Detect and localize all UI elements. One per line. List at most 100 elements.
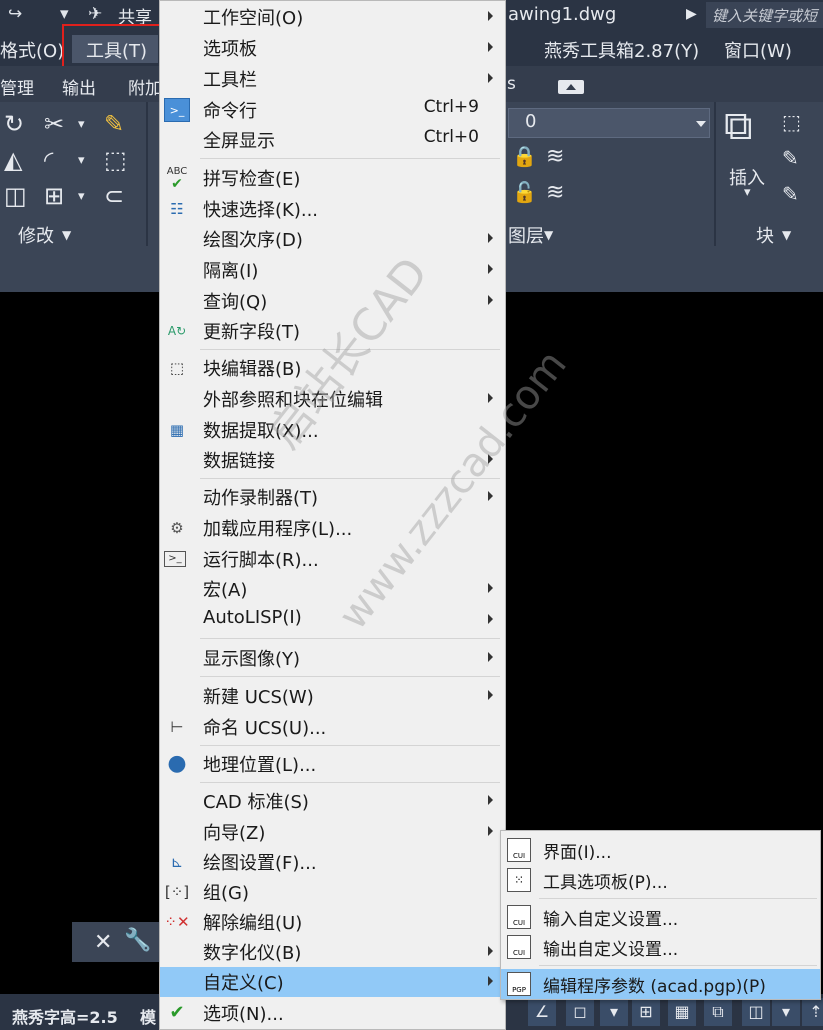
menu-item-group[interactable]: [⁘] 组(G) — [160, 877, 505, 907]
menu-item-autolisp[interactable]: AutoLISP(I) — [160, 605, 505, 635]
menu-item-isolate[interactable]: 隔离(I) — [160, 255, 505, 285]
menu-item-toolbars[interactable]: 工具栏 — [160, 64, 505, 94]
edit-block-icon[interactable]: ✎ — [782, 148, 799, 168]
erase-icon[interactable]: ✎ — [104, 112, 124, 136]
menu-item-data-links[interactable]: 数据链接 — [160, 445, 505, 475]
submenu-item-export-customizations[interactable]: CUI 输出自定义设置... — [501, 932, 820, 962]
menu-item-block-editor[interactable]: ⬚ 块编辑器(B) — [160, 353, 505, 383]
menu-item-options[interactable]: ✔ 选项(N)... — [160, 998, 505, 1028]
tab-addins[interactable]: 附加 — [128, 74, 162, 99]
menu-item-inquiry[interactable]: 查询(Q) — [160, 286, 505, 316]
menu-item-quick-select[interactable]: ☷ 快速选择(K)... — [160, 194, 505, 224]
chevron-down-icon[interactable] — [696, 121, 706, 127]
osnap-icon[interactable]: ◻ — [566, 998, 594, 1026]
3d-osnap-icon[interactable]: ◫ — [742, 998, 770, 1026]
chevron-down-icon[interactable]: ▾ — [600, 998, 628, 1026]
menu-item-run-script[interactable]: >_ 运行脚本(R)... — [160, 544, 505, 574]
panel-title-modify[interactable]: 修改 — [18, 222, 54, 248]
chevron-down-icon[interactable]: ▾ — [772, 998, 800, 1026]
snap-icon[interactable]: ∠ — [528, 998, 556, 1026]
menu-item-tablet[interactable]: 数字化仪(B) — [160, 937, 505, 967]
menu-item-palettes[interactable]: 选项板 — [160, 33, 505, 63]
menu-item-cad-standards[interactable]: CAD 标准(S) — [160, 786, 505, 816]
chevron-down-icon[interactable]: ▼ — [782, 228, 791, 242]
layer-lock-icon[interactable]: 🔒 — [512, 146, 537, 166]
menu-item-load-application[interactable]: ⚙ 加载应用程序(L)... — [160, 513, 505, 543]
chevron-down-icon[interactable]: ▼ — [544, 228, 553, 242]
search-input[interactable]: 键入关键字或短 — [706, 2, 823, 28]
trim-icon[interactable]: ✂ — [44, 112, 64, 136]
tab-output[interactable]: 输出 — [62, 74, 96, 99]
tool-palette-icon: ⁙ — [507, 868, 531, 892]
menu-item-command-line[interactable]: >_ 命令行 Ctrl+9 — [160, 95, 505, 125]
dynamic-ucs-icon[interactable]: ⇡ — [802, 998, 823, 1026]
submenu-item-edit-pgp[interactable]: PGP 编辑程序参数 (acad.pgp)(P) — [501, 969, 820, 999]
data-extraction-icon: ▦ — [169, 421, 185, 439]
menu-item-action-recorder[interactable]: 动作录制器(T) — [160, 482, 505, 512]
scale-icon[interactable]: ◫ — [4, 184, 27, 208]
menu-item-customize[interactable]: 自定义(C) — [160, 967, 505, 997]
submenu-arrow-icon — [488, 795, 493, 805]
explode-icon[interactable]: ⬚ — [104, 148, 127, 172]
menu-item-geolocation[interactable]: ● 地理位置(L)... — [160, 749, 505, 779]
chevron-down-icon[interactable]: ▼ — [62, 228, 71, 242]
array-icon[interactable]: ⊞ — [44, 184, 64, 208]
tab-manage[interactable]: 管理 — [0, 74, 34, 99]
menu-item-label: 新建 UCS(W) — [203, 687, 314, 708]
insert-block-icon[interactable]: ⧉ — [724, 106, 753, 146]
menu-item-macro[interactable]: 宏(A) — [160, 574, 505, 604]
rotate-icon[interactable]: ↻ — [4, 112, 24, 136]
ribbon-minimize-button[interactable] — [558, 80, 584, 94]
menu-item-wizards[interactable]: 向导(Z) — [160, 817, 505, 847]
menu-item-drafting-settings[interactable]: ⊾ 绘图设置(F)... — [160, 847, 505, 877]
layer-copy-icon[interactable]: ≋ — [546, 182, 564, 204]
wrench-icon[interactable]: 🔧 — [124, 928, 151, 953]
redo-icon[interactable]: ↪ — [8, 4, 22, 24]
mirror-icon[interactable]: ◭ — [4, 148, 22, 172]
layer-unlock-icon[interactable]: 🔓 — [512, 182, 537, 202]
menu-item-update-fields[interactable]: A↻ 更新字段(T) — [160, 316, 505, 346]
menu-item-workspaces[interactable]: 工作空间(O) — [160, 2, 505, 32]
share-icon[interactable]: ✈ — [88, 4, 102, 24]
panel-title-block[interactable]: 块 — [756, 222, 774, 248]
model-tab[interactable]: 模 — [140, 1004, 156, 1028]
layer-dropdown[interactable]: 0 — [508, 108, 710, 138]
submenu-item-import-customizations[interactable]: CUI 输入自定义设置... — [501, 902, 820, 932]
menu-item-label: 显示图像(Y) — [203, 649, 301, 670]
menu-item-named-ucs[interactable]: ⊢ 命名 UCS(U)... — [160, 712, 505, 742]
chevron-right-icon[interactable]: ▶ — [686, 6, 697, 22]
menu-item-label: 拼写检查(E) — [203, 169, 301, 190]
chevron-down-icon[interactable]: ▾ — [78, 154, 85, 167]
menu-window[interactable]: 窗口(W) — [724, 37, 792, 63]
grid-icon[interactable]: ▦ — [668, 998, 696, 1026]
selection-cycle-icon[interactable]: ⧉ — [704, 998, 732, 1026]
menu-item-label: AutoLISP(I) — [203, 607, 302, 628]
menu-item-spell-check[interactable]: ABC ✔ 拼写检查(E) — [160, 163, 505, 193]
menu-item-data-extraction[interactable]: ▦ 数据提取(X)... — [160, 415, 505, 445]
tab-extra[interactable]: s — [507, 74, 516, 94]
chevron-down-icon[interactable]: ▾ — [78, 118, 85, 131]
menu-item-ungroup[interactable]: ⁘✕ 解除编组(U) — [160, 907, 505, 937]
chevron-down-icon[interactable]: ▾ — [78, 190, 85, 203]
layer-match-icon[interactable]: ≋ — [546, 146, 564, 168]
block-attribute-icon[interactable]: ✎ — [782, 184, 799, 204]
close-icon[interactable]: ✕ — [94, 930, 112, 955]
chevron-down-icon[interactable]: ▾ — [60, 4, 69, 24]
menu-item-label: 查询(Q) — [203, 292, 268, 313]
menu-yanxiu-toolbox[interactable]: 燕秀工具箱2.87(Y) — [544, 37, 699, 63]
offset-icon[interactable]: ⊂ — [104, 184, 124, 208]
submenu-item-tool-palettes[interactable]: ⁙ 工具选项板(P)... — [501, 865, 820, 895]
menu-item-fullscreen[interactable]: 全屏显示 Ctrl+0 — [160, 125, 505, 155]
submenu-arrow-icon — [488, 491, 493, 501]
submenu-item-interface[interactable]: CUI 界面(I)... — [501, 835, 820, 865]
insert-label[interactable]: 插入 — [729, 164, 765, 190]
panel-title-layers[interactable]: 图层 — [508, 222, 544, 248]
create-block-icon[interactable]: ⬚ — [782, 112, 801, 132]
menu-format[interactable]: 格式(O) — [0, 37, 64, 63]
menu-item-display-image[interactable]: 显示图像(Y) — [160, 643, 505, 673]
menu-item-draw-order[interactable]: 绘图次序(D) — [160, 224, 505, 254]
menu-item-xref-edit[interactable]: 外部参照和块在位编辑 — [160, 384, 505, 414]
ortho-icon[interactable]: ⊞ — [632, 998, 660, 1026]
menu-item-new-ucs[interactable]: 新建 UCS(W) — [160, 681, 505, 711]
fillet-icon[interactable]: ◜ — [44, 148, 53, 172]
